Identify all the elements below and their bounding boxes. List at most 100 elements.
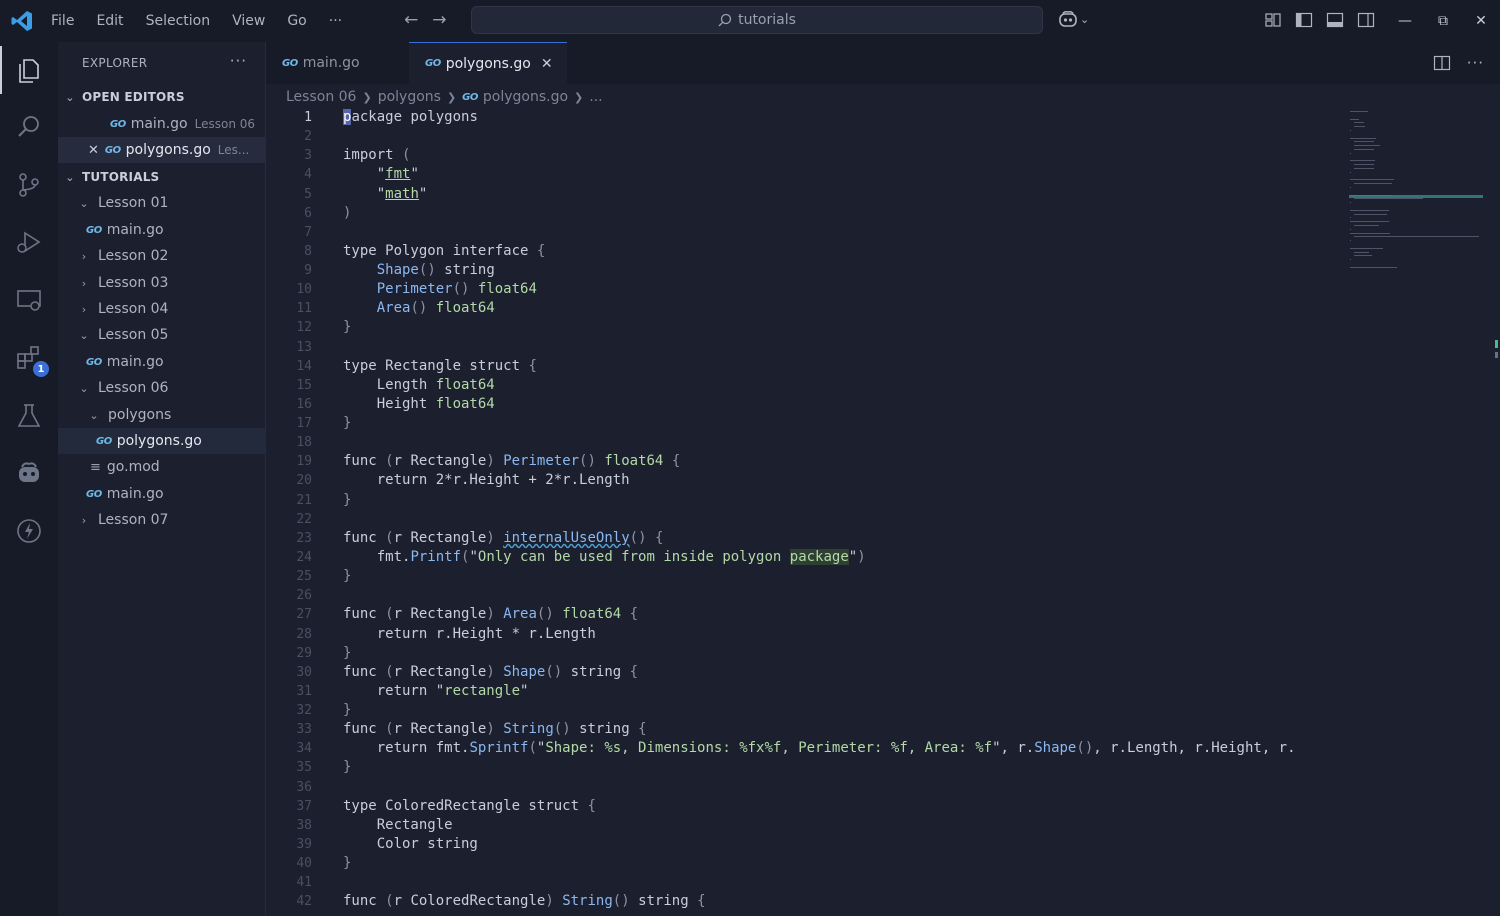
line-number: 25 xyxy=(296,569,312,585)
toggle-primary-sidebar-icon[interactable] xyxy=(1295,11,1313,29)
line-number: 17 xyxy=(296,416,312,432)
lightning-icon[interactable] xyxy=(13,515,45,547)
tree-file[interactable]: GO main.go xyxy=(58,349,265,375)
remote-explorer-icon[interactable] xyxy=(13,284,45,316)
code-text: type Rectangle struct { xyxy=(343,357,537,374)
line-number: 41 xyxy=(296,875,312,891)
chevron-right-icon: ❯ xyxy=(362,90,372,104)
line-number: 10 xyxy=(296,282,312,298)
tree-folder[interactable]: ⌄ Lesson 01 xyxy=(58,190,265,216)
customize-layout-icon[interactable] xyxy=(1264,11,1282,29)
extensions-icon[interactable]: 1 xyxy=(13,342,49,377)
minimap[interactable] xyxy=(1347,108,1487,278)
minimap-line xyxy=(1350,118,1359,120)
forward-arrow-icon[interactable]: → xyxy=(432,10,446,30)
close-icon[interactable]: ✕ xyxy=(541,56,553,72)
chevron-down-icon: ⌄ xyxy=(79,196,89,210)
tree-folder[interactable]: › Lesson 07 xyxy=(58,507,265,533)
tab-polygons-go[interactable]: GO polygons.go ✕ xyxy=(409,42,567,84)
toggle-secondary-sidebar-icon[interactable] xyxy=(1357,11,1375,29)
go-file-icon: GO xyxy=(462,91,478,103)
breadcrumb-item[interactable]: ... xyxy=(589,89,602,105)
code-text: } xyxy=(343,415,352,432)
tree-folder[interactable]: › Lesson 03 xyxy=(58,270,265,296)
search-icon[interactable] xyxy=(13,111,45,143)
breadcrumb-item[interactable]: Lesson 06 xyxy=(286,89,356,105)
tree-file[interactable]: ≡ go.mod xyxy=(58,454,265,480)
line-number: 22 xyxy=(296,511,312,527)
tree-label: go.mod xyxy=(106,459,160,475)
line-number: 14 xyxy=(296,358,312,374)
code-line: 25} xyxy=(266,567,1347,586)
more-actions-icon[interactable]: ··· xyxy=(1467,54,1484,76)
tree-file[interactable]: GO main.go xyxy=(58,217,265,243)
open-editor-item[interactable]: GO main.go Lesson 06 xyxy=(58,111,265,137)
tree-label: main.go xyxy=(106,354,164,370)
line-number: 7 xyxy=(304,224,312,240)
tree-folder[interactable]: ⌄ Lesson 05 xyxy=(58,322,265,348)
tree-folder[interactable]: ⌄ polygons xyxy=(58,402,265,428)
workspace-section[interactable]: ⌄ TUTORIALS xyxy=(58,164,265,190)
code-line: 15 Length float64 xyxy=(266,376,1347,395)
toggle-panel-icon[interactable] xyxy=(1326,11,1344,29)
tree-file[interactable]: GO main.go xyxy=(58,481,265,507)
code-line: 6) xyxy=(266,204,1347,223)
chevron-down-icon: ⌄ xyxy=(89,408,99,422)
minimap-line xyxy=(1354,225,1379,226)
restore-icon[interactable]: ⧉ xyxy=(1424,0,1462,42)
line-number: 23 xyxy=(296,530,312,546)
menu-selection[interactable]: Selection xyxy=(135,13,222,29)
command-center-label: tutorials xyxy=(738,12,796,28)
close-icon[interactable]: ✕ xyxy=(88,143,99,158)
code-text: return "rectangle" xyxy=(343,682,529,699)
code-text: Shape() string xyxy=(376,262,495,279)
menu-go[interactable]: Go xyxy=(276,13,317,29)
line-number: 29 xyxy=(296,645,312,661)
menu-file[interactable]: File xyxy=(40,13,85,29)
code-line: 22 xyxy=(266,510,1347,529)
tab-main-go[interactable]: GO main.go xyxy=(266,42,409,84)
chevron-right-icon: ❯ xyxy=(446,90,457,104)
code-editor[interactable]: 1 package polygons 2 3 import (4 "fmt" 5 "mat… xyxy=(266,108,1347,916)
tree-folder[interactable]: › Lesson 04 xyxy=(58,296,265,322)
tree-folder[interactable]: ⌄ Lesson 06 xyxy=(58,375,265,401)
code-text: Color string xyxy=(343,835,478,852)
code-text: } xyxy=(343,855,352,872)
open-editor-item-active[interactable]: ✕ GO polygons.go Les... xyxy=(58,137,265,163)
vertical-scrollbar[interactable] xyxy=(1487,108,1500,916)
source-control-icon[interactable] xyxy=(13,169,45,201)
breadcrumb-item[interactable]: polygons xyxy=(378,89,441,105)
breadcrumb-item[interactable]: polygons.go xyxy=(483,89,568,105)
run-debug-icon[interactable] xyxy=(13,226,45,258)
line-number: 20 xyxy=(296,473,312,489)
menu-view[interactable]: View xyxy=(221,13,276,29)
minimap-line xyxy=(1354,149,1375,150)
menu-more[interactable]: ··· xyxy=(318,13,353,29)
go-file-icon: GO xyxy=(425,58,441,69)
tree-file-active[interactable]: GO polygons.go xyxy=(58,428,265,454)
workspace-label: TUTORIALS xyxy=(82,170,160,184)
open-editors-section[interactable]: ⌄ OPEN EDITORS xyxy=(58,84,265,110)
copilot-chat-icon[interactable] xyxy=(13,457,45,489)
line-number: 37 xyxy=(296,798,312,814)
open-editor-name: polygons.go xyxy=(125,142,211,158)
code-text: "fmt" xyxy=(376,166,419,183)
tree-label: Lesson 02 xyxy=(98,248,169,264)
menu-edit[interactable]: Edit xyxy=(85,13,134,29)
close-window-icon[interactable]: ✕ xyxy=(1462,0,1500,42)
minimize-icon[interactable]: — xyxy=(1386,0,1424,42)
tree-folder[interactable]: › Lesson 02 xyxy=(58,243,265,269)
command-center-search[interactable]: tutorials xyxy=(471,6,1043,34)
split-editor-icon[interactable] xyxy=(1433,54,1451,76)
line-number: 40 xyxy=(296,856,312,872)
explorer-icon[interactable] xyxy=(0,46,45,94)
minimap-line xyxy=(1350,247,1383,249)
back-arrow-icon[interactable]: ← xyxy=(404,10,418,30)
code-text: Rectangle xyxy=(343,816,453,833)
tab-label: polygons.go xyxy=(445,55,531,72)
line-number: 21 xyxy=(296,492,312,508)
testing-icon[interactable] xyxy=(13,400,45,432)
code-line: 35} xyxy=(266,758,1347,777)
copilot-menu[interactable]: ⌄ xyxy=(1058,10,1089,28)
more-actions-icon[interactable]: ··· xyxy=(230,52,247,70)
